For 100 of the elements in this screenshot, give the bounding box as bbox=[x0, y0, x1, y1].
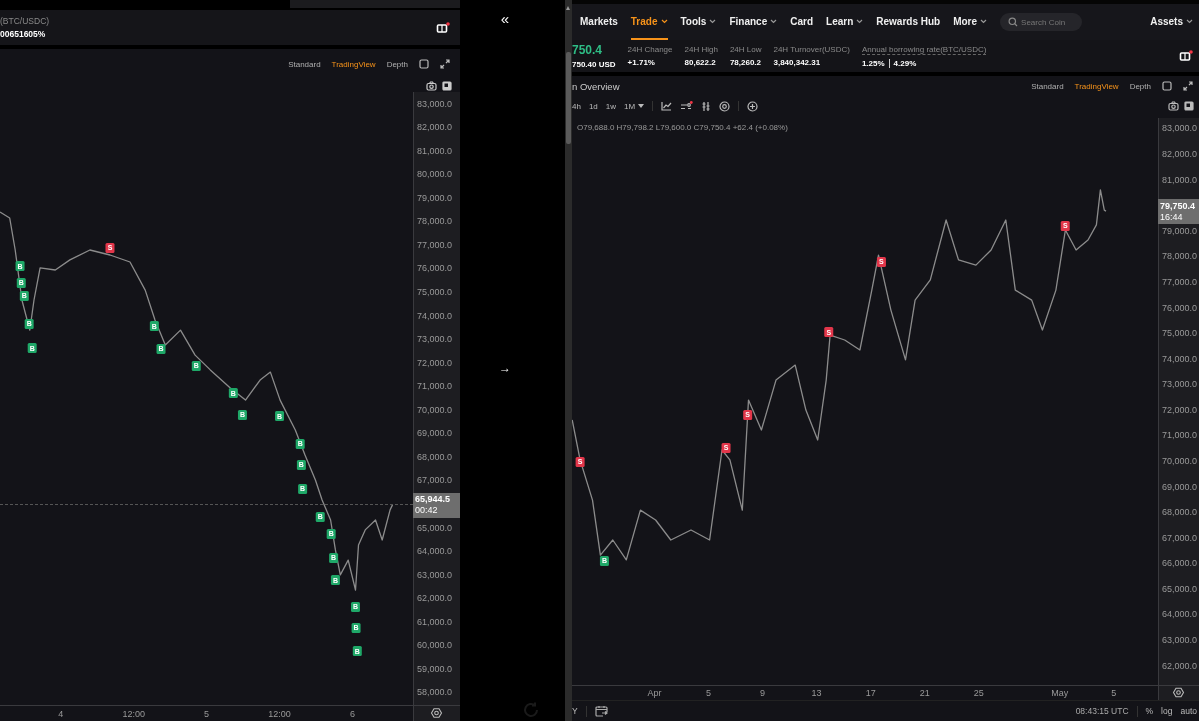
layout-icon[interactable] bbox=[442, 80, 452, 91]
price-axis-label: 83,000.0 bbox=[417, 98, 453, 109]
price-axis-label: 67,000.0 bbox=[1162, 532, 1198, 543]
price-in-usd: 750.40 USD bbox=[572, 59, 616, 69]
camera-icon[interactable] bbox=[426, 80, 437, 91]
price-axis-label: 78,000.0 bbox=[417, 216, 453, 227]
time-axis-label: 21 bbox=[919, 688, 930, 698]
time-axis-label: 6 bbox=[349, 708, 355, 719]
time-axis-label: 13 bbox=[811, 688, 822, 698]
price-axis-label: 69,000.0 bbox=[417, 428, 453, 439]
price-tag-value: 79,750.4 bbox=[1160, 200, 1197, 212]
scrollbar[interactable] bbox=[565, 0, 572, 721]
nav-item[interactable]: More bbox=[953, 4, 988, 40]
price-axis-label: 81,000.0 bbox=[417, 145, 453, 156]
expand-icon[interactable] bbox=[1183, 81, 1193, 91]
settings-icon[interactable] bbox=[430, 708, 443, 718]
collapse-button[interactable]: « bbox=[500, 11, 510, 26]
borrow-rate: 4.29% bbox=[893, 58, 917, 68]
borrow-rate: 1.25% bbox=[861, 58, 885, 68]
interval-button[interactable]: 1w bbox=[605, 101, 617, 111]
price-axis-label: 59,000.0 bbox=[417, 663, 453, 674]
price-axis-label: 73,000.0 bbox=[1162, 379, 1198, 390]
stat-value: 3,840,342.31 bbox=[773, 58, 822, 67]
time-axis-label: 25 bbox=[973, 688, 984, 698]
price-tag-value: 65,944.5 bbox=[415, 494, 452, 506]
ohlc-legend: O79,688.0 H79,798.2 L79,600.0 C79,750.4 +62.4 (+0.08%) bbox=[577, 123, 788, 132]
camera-icon[interactable] bbox=[1168, 101, 1179, 111]
price-axis-label: 64,000.0 bbox=[1162, 609, 1198, 620]
price-axis-label: 75,000.0 bbox=[417, 287, 453, 297]
time-axis-label: 5 bbox=[705, 688, 711, 698]
interval-button[interactable]: 4h bbox=[572, 101, 581, 111]
view-tab[interactable]: Depth bbox=[386, 59, 408, 69]
target-icon[interactable] bbox=[719, 100, 731, 112]
price-axis-label: 72,000.0 bbox=[417, 357, 453, 368]
time-axis-label: Apr bbox=[647, 688, 662, 698]
interval-button[interactable]: 1M bbox=[624, 101, 645, 111]
square-icon[interactable] bbox=[419, 59, 429, 69]
price-axis-label: 74,000.0 bbox=[1162, 353, 1198, 364]
search-field[interactable]: Search Coin bbox=[1000, 13, 1083, 31]
line-chart-icon[interactable] bbox=[661, 101, 673, 111]
stat-value: 80,622.2 bbox=[684, 58, 717, 67]
nav-item[interactable]: Learn bbox=[826, 4, 864, 40]
price-axis-label: 60,000.0 bbox=[417, 640, 453, 651]
scale-option[interactable]: log bbox=[1161, 706, 1173, 716]
price-axis-label: 73,000.0 bbox=[417, 334, 453, 345]
stat-label: 24H Turnover(USDC) bbox=[773, 45, 850, 54]
expand-icon[interactable] bbox=[440, 59, 450, 69]
price-axis-label: 77,000.0 bbox=[417, 239, 453, 250]
view-tab[interactable]: TradingView bbox=[1074, 81, 1119, 91]
pair-label: (BTC/USDC) bbox=[0, 16, 50, 26]
view-tab[interactable]: Depth bbox=[1129, 81, 1151, 91]
scale-option[interactable]: % bbox=[1145, 706, 1154, 716]
nav-item[interactable]: Tools bbox=[680, 4, 717, 40]
assets-menu[interactable]: Assets bbox=[1150, 4, 1193, 40]
price-axis-label: 80,000.0 bbox=[417, 169, 453, 180]
nav-item[interactable]: Card bbox=[790, 4, 814, 40]
price-axis-label: 61,000.0 bbox=[417, 616, 453, 627]
price-axis-label: 74,000.0 bbox=[417, 310, 453, 321]
price-axis-label: 78,000.0 bbox=[1162, 251, 1198, 262]
rate-value: 00651605% bbox=[0, 29, 47, 39]
price-axis-label: 62,000.0 bbox=[417, 593, 453, 604]
price-axis-label: 65,000.0 bbox=[417, 522, 453, 533]
price-axis-label: 76,000.0 bbox=[417, 263, 453, 274]
settings-icon[interactable] bbox=[1172, 687, 1185, 698]
time-axis-label: 5 bbox=[204, 708, 210, 719]
layout-icon[interactable] bbox=[1184, 101, 1194, 111]
price-axis-label: 68,000.0 bbox=[417, 451, 453, 462]
time-axis-label: 12:00 bbox=[268, 708, 291, 719]
time-axis-label: 4 bbox=[58, 708, 64, 719]
utc-clock: 08:43:15 UTC bbox=[1075, 706, 1129, 716]
price-axis-label: 62,000.0 bbox=[1162, 660, 1198, 671]
price-axis-label: 81,000.0 bbox=[1162, 174, 1198, 185]
nav-item[interactable]: Finance bbox=[729, 4, 778, 40]
range-button[interactable]: Y bbox=[572, 706, 578, 716]
view-tab[interactable]: Standard bbox=[1031, 81, 1064, 91]
calendar-icon[interactable] bbox=[594, 705, 608, 717]
candle-countdown: 00:42 bbox=[415, 505, 439, 517]
price-axis-label: 68,000.0 bbox=[1162, 507, 1198, 518]
nav-item[interactable]: Rewards Hub bbox=[876, 4, 941, 40]
price-axis-label: 75,000.0 bbox=[1162, 328, 1198, 339]
price-axis-label: 77,000.0 bbox=[1162, 276, 1198, 287]
scale-option[interactable]: auto bbox=[1180, 706, 1197, 716]
stat-value: +1.71% bbox=[627, 58, 656, 67]
stat-label: 24H Low bbox=[729, 45, 762, 54]
price-axis-label: 83,000.0 bbox=[1162, 123, 1198, 134]
square-icon[interactable] bbox=[1162, 81, 1172, 91]
price-axis-label: 65,000.0 bbox=[1162, 583, 1198, 594]
time-axis-label: 17 bbox=[865, 688, 876, 698]
expand-button[interactable]: → bbox=[499, 362, 511, 374]
interval-button[interactable]: 1d bbox=[588, 101, 598, 111]
price-axis-label: 64,000.0 bbox=[417, 546, 453, 557]
time-axis-label: 12:00 bbox=[122, 708, 145, 719]
add-circle-icon[interactable] bbox=[747, 100, 759, 112]
price-axis-label: 66,000.0 bbox=[1162, 558, 1198, 569]
indicators-icon[interactable] bbox=[680, 100, 694, 112]
price-axis-label: 63,000.0 bbox=[1162, 635, 1198, 645]
nav-item[interactable]: Markets bbox=[580, 4, 618, 40]
view-tab[interactable]: Standard bbox=[288, 59, 321, 69]
last-price: 750.4 bbox=[572, 43, 604, 56]
view-tab[interactable]: TradingView bbox=[331, 59, 376, 69]
